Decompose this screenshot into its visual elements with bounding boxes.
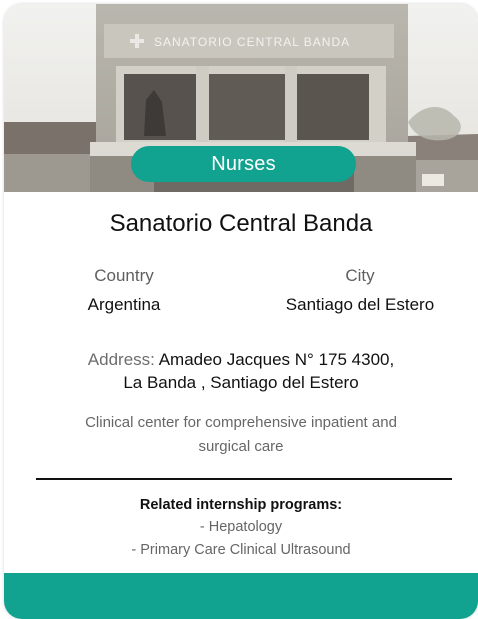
institution-title: Sanatorio Central Banda (109, 210, 373, 237)
address-line1-value: Amadeo Jacques N° 175 4300, (158, 350, 395, 369)
country-value: Argentina (87, 295, 161, 314)
related-program-item: - Hepatology (199, 519, 283, 535)
description-line-2: surgical care (198, 438, 284, 455)
city-value: Santiago del Estero (285, 295, 435, 314)
country-field: Country Argentina (24, 266, 224, 315)
card-footer-bar[interactable] (4, 573, 478, 619)
category-badge-label: Nurses (211, 152, 276, 175)
category-badge: Nurses (131, 146, 356, 182)
address-block: Address: Amadeo Jacques N° 175 4300, La … (44, 348, 438, 394)
related-programs-title: Related internship programs: (139, 497, 343, 513)
address-label: Address: (87, 350, 155, 369)
city-field: City Santiago del Estero (260, 266, 460, 315)
city-label: City (345, 266, 375, 285)
description: Clinical center for comprehensive inpati… (64, 411, 418, 459)
address-line-1: Address: Amadeo Jacques N° 175 4300, (44, 348, 438, 371)
hero-sign-text: SANATORIO CENTRAL BANDA (154, 35, 350, 49)
description-line-1: Clinical center for comprehensive inpati… (85, 414, 397, 431)
address-line2-value: La Banda , Santiago del Estero (123, 373, 359, 392)
institution-card[interactable]: SANATORIO CENTRAL BANDA Nurses Sanatorio (4, 4, 478, 619)
country-label: Country (94, 266, 154, 285)
related-program-item: - Primary Care Clinical Ultrasound (131, 542, 351, 558)
divider (36, 478, 452, 480)
